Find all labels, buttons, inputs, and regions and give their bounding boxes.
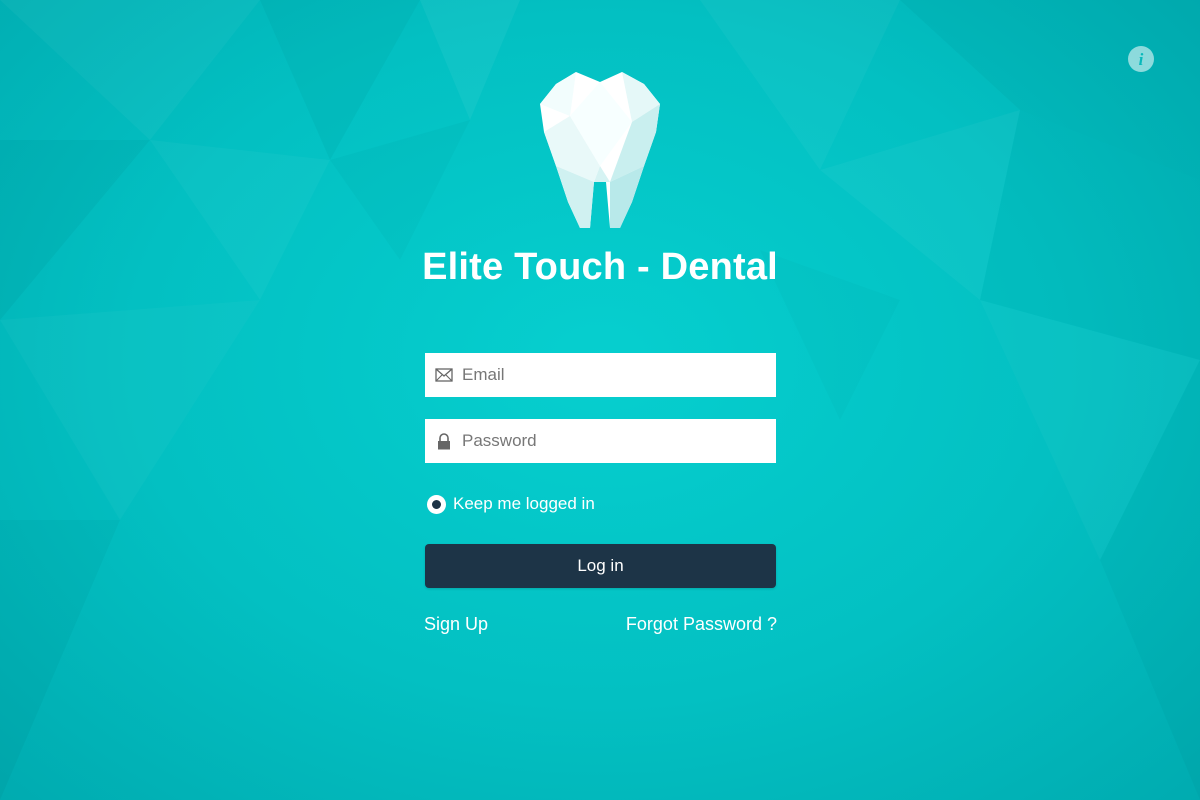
email-field[interactable] <box>425 353 776 397</box>
tooth-logo-icon <box>540 72 660 228</box>
lock-icon <box>434 431 454 451</box>
password-field[interactable] <box>425 419 776 463</box>
email-input[interactable] <box>462 365 762 385</box>
radio-selected-dot <box>432 499 441 509</box>
keep-logged-in-option[interactable]: Keep me logged in <box>427 494 595 514</box>
sign-up-link[interactable]: Sign Up <box>424 614 488 635</box>
forgot-password-link[interactable]: Forgot Password ? <box>626 614 777 635</box>
envelope-icon <box>434 365 454 385</box>
keep-logged-in-label: Keep me logged in <box>453 494 595 513</box>
info-icon: i <box>1138 49 1144 69</box>
app-title: Elite Touch - Dental <box>422 246 778 288</box>
login-button[interactable]: Log in <box>425 544 776 588</box>
info-button[interactable]: i <box>1128 46 1154 72</box>
keep-logged-in-radio[interactable] <box>427 494 446 514</box>
password-input[interactable] <box>462 431 762 451</box>
